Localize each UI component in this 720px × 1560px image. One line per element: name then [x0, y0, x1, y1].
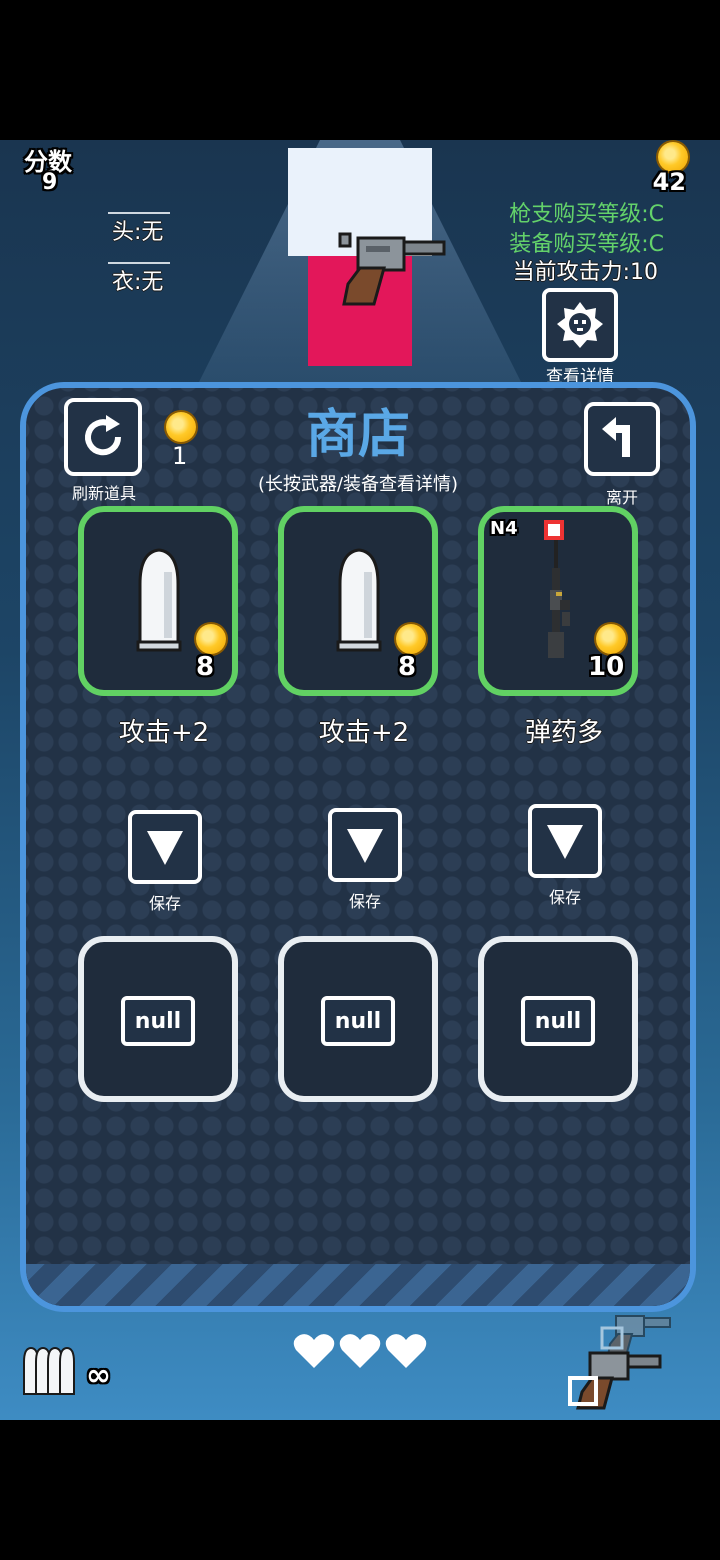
item-price: 10: [588, 652, 625, 682]
body-equip: 衣:无: [112, 270, 164, 295]
leave-label: 离开: [605, 488, 638, 507]
ammo-icon: [23, 1346, 75, 1395]
price-coin-icon: [196, 624, 226, 654]
save-label: 保存: [548, 888, 581, 907]
storage-slot[interactable]: null: [278, 936, 438, 1102]
details-button[interactable]: [542, 288, 618, 362]
slot-content: null: [521, 996, 595, 1046]
leave-button[interactable]: [584, 402, 660, 476]
score-value: 9: [42, 170, 58, 195]
revolver-icon: [330, 230, 448, 312]
bullet-icon: [136, 548, 182, 652]
shop-item-card[interactable]: 8: [278, 506, 438, 696]
heart-icon: [293, 1334, 335, 1368]
shop-panel: 刷新道具 1 商店 (长按武器/装备查看详情) 离开 8 攻击+2 8 攻击+2…: [20, 382, 696, 1312]
save-label: 保存: [148, 894, 181, 913]
heart-icon: [385, 1334, 427, 1368]
item-price: 8: [196, 652, 215, 682]
down-arrow-icon: [347, 829, 383, 863]
price-coin-icon: [396, 624, 426, 654]
skull-icon: [557, 302, 603, 348]
back-arrow-icon: [602, 417, 630, 457]
ammo-count: ∞: [86, 1358, 111, 1393]
head-equip: 头:无: [112, 220, 164, 245]
save-label: 保存: [348, 892, 381, 911]
shop-item-card[interactable]: N4 10: [478, 506, 638, 696]
item-desc: 弹药多: [524, 718, 603, 748]
slot-content: null: [121, 996, 195, 1046]
gun-buy-level: 枪支购买等级:C: [509, 202, 664, 227]
save-button[interactable]: [128, 810, 202, 884]
save-button[interactable]: [528, 804, 602, 878]
storage-slot[interactable]: null: [78, 936, 238, 1102]
weapon-tag: N4: [490, 518, 518, 539]
price-coin-icon: [596, 624, 626, 654]
item-price: 8: [398, 652, 417, 682]
bullet-icon: [336, 548, 382, 652]
save-button[interactable]: [328, 808, 402, 882]
storage-slot[interactable]: null: [478, 936, 638, 1102]
heart-icon: [339, 1334, 381, 1368]
item-desc: 攻击+2: [318, 718, 410, 748]
rifle-icon: [548, 540, 570, 658]
current-weapon-icon[interactable]: [566, 1348, 662, 1416]
coin-count: 42: [652, 168, 686, 196]
slot-content: null: [321, 996, 395, 1046]
game-screen: 分数 9 头:无 衣:无 42 枪支购买等级:C 装备购买等级:C 当前攻击力:…: [0, 140, 720, 1420]
down-arrow-icon: [547, 825, 583, 859]
attack-power: 当前攻击力:10: [512, 260, 658, 285]
down-arrow-icon: [147, 831, 183, 865]
scope-marker-icon: [544, 520, 564, 540]
item-desc: 攻击+2: [118, 718, 210, 748]
shop-item-card[interactable]: 8: [78, 506, 238, 696]
health-hearts: [292, 1332, 428, 1370]
hazard-stripes: [26, 1264, 690, 1306]
